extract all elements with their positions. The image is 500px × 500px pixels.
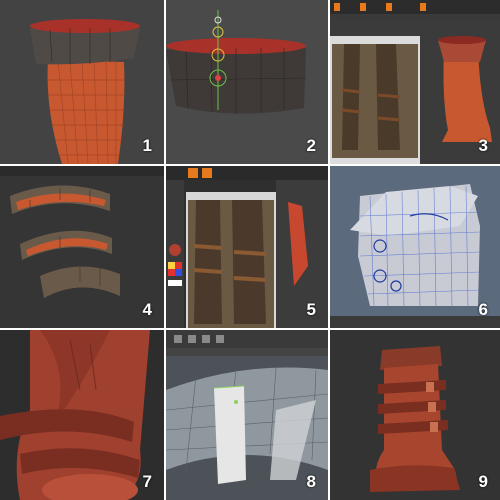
panel-number: 7	[142, 472, 152, 491]
panel-number: 8	[306, 472, 316, 491]
panel-4-straps: 4	[0, 166, 164, 328]
maya-buckle-view	[166, 330, 328, 484]
color-picker-icon	[168, 262, 182, 276]
panel-9-final-boot: 9	[330, 330, 500, 500]
zbrush-reference-view	[330, 0, 500, 164]
panel-number: 6	[478, 300, 488, 319]
panel-5-zbrush-sculpt: 5	[166, 166, 328, 328]
boot-base-mesh	[30, 19, 140, 164]
panel-3-reference-and-boot: 3	[330, 0, 500, 164]
boot-sculpt-close-up	[0, 330, 150, 500]
strap-rings	[0, 166, 164, 298]
panel-6-retopology: 6	[330, 166, 500, 328]
process-grid: 1 2 3 4 5 6 7 8 9	[0, 0, 500, 500]
panel-number: 2	[306, 136, 316, 155]
panel-1-base-mesh: 1	[0, 0, 164, 164]
panel-number: 1	[142, 136, 152, 155]
final-boot-sculpt	[370, 346, 460, 492]
cuff-close-up	[166, 10, 307, 114]
panel-number: 5	[306, 300, 316, 319]
retopo-wireframe	[330, 184, 500, 328]
panel-2-cuff-detail: 2	[166, 0, 328, 164]
panel-number: 9	[478, 472, 488, 491]
panel-number: 4	[142, 300, 152, 319]
panel-number: 3	[478, 136, 488, 155]
panel-8-buckle-modeling: 8	[166, 330, 328, 500]
panel-7-sculpt-detail: 7	[0, 330, 164, 500]
zbrush-interface	[166, 166, 328, 328]
